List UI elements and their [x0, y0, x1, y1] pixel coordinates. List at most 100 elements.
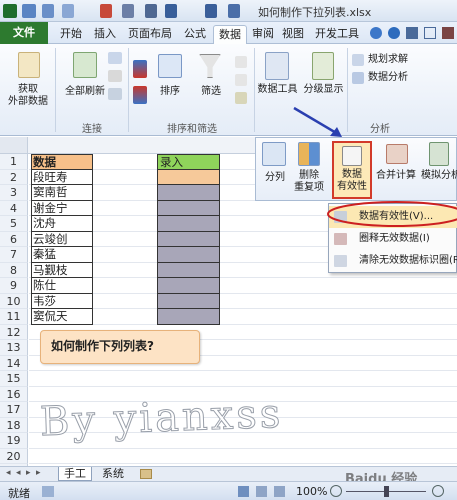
name-cell[interactable]: 秦猛: [31, 247, 93, 263]
input-cell[interactable]: [157, 200, 220, 216]
reapply-icon[interactable]: [235, 74, 247, 86]
row-header[interactable]: 3: [0, 185, 28, 201]
sheet-tab-system[interactable]: 系统: [96, 467, 130, 481]
name-cell[interactable]: 陈仕: [31, 278, 93, 294]
advanced-filter-icon[interactable]: [235, 92, 247, 104]
window-minimize-icon[interactable]: [406, 27, 418, 39]
data-validation-highlight[interactable]: 数据 有效性: [332, 141, 372, 199]
row-header[interactable]: 12: [0, 324, 28, 340]
sheet-nav-first-icon[interactable]: ◂: [6, 468, 11, 478]
external-data-icon[interactable]: [18, 52, 40, 78]
clear-filter-icon[interactable]: [235, 56, 247, 68]
consolidate-button[interactable]: 合并计算: [376, 170, 416, 182]
tab-data[interactable]: 数据: [213, 25, 247, 44]
consolidate-icon[interactable]: [386, 144, 408, 164]
window-close-icon[interactable]: [442, 27, 454, 39]
input-cell[interactable]: [157, 309, 220, 325]
row-header[interactable]: 17: [0, 402, 28, 418]
outline-button[interactable]: 分级显示: [301, 84, 346, 96]
header-cell-data[interactable]: 数据: [31, 154, 93, 170]
row-header[interactable]: 14: [0, 355, 28, 371]
page-layout-view-icon[interactable]: [256, 486, 267, 497]
row-header[interactable]: 7: [0, 247, 28, 263]
zoom-slider-thumb[interactable]: [384, 486, 389, 497]
connections-icon[interactable]: [108, 52, 122, 64]
name-cell[interactable]: 云竣创: [31, 231, 93, 247]
row-header[interactable]: 2: [0, 169, 28, 185]
text-to-columns-icon[interactable]: [262, 142, 286, 166]
input-cell-active[interactable]: [157, 169, 220, 185]
text-to-columns-button[interactable]: 分列: [260, 172, 290, 184]
remove-duplicates-button[interactable]: 删除 重复项: [292, 170, 326, 194]
row-header[interactable]: 18: [0, 417, 28, 433]
row-header[interactable]: 6: [0, 231, 28, 247]
refresh-icon[interactable]: [73, 52, 97, 78]
redo-icon[interactable]: [62, 4, 74, 18]
normal-view-icon[interactable]: [238, 486, 249, 497]
what-if-icon[interactable]: [429, 142, 449, 166]
remove-duplicates-icon[interactable]: [298, 142, 320, 166]
borders-icon[interactable]: [122, 4, 134, 18]
solver-icon[interactable]: [352, 54, 364, 66]
input-cell[interactable]: [157, 247, 220, 263]
input-cell[interactable]: [157, 231, 220, 247]
tab-insert[interactable]: 插入: [90, 25, 120, 44]
tab-formulas[interactable]: 公式: [180, 25, 210, 44]
row-header[interactable]: 8: [0, 262, 28, 278]
sort-asc-icon[interactable]: [133, 60, 147, 78]
page-break-view-icon[interactable]: [274, 486, 285, 497]
name-cell[interactable]: 段旺寿: [31, 169, 93, 185]
tab-review[interactable]: 审阅: [250, 25, 276, 44]
data-tools-button[interactable]: 数据工具: [255, 84, 300, 96]
zoom-out-icon[interactable]: [330, 485, 342, 497]
input-cell[interactable]: [157, 278, 220, 294]
input-cell[interactable]: [157, 185, 220, 201]
sheet-nav-next-icon[interactable]: ▸: [26, 468, 31, 478]
window-restore-icon[interactable]: [424, 27, 436, 39]
sheet-nav-prev-icon[interactable]: ◂: [16, 468, 21, 478]
row-header[interactable]: 16: [0, 386, 28, 402]
tab-developer[interactable]: 开发工具: [312, 25, 362, 44]
row-header[interactable]: 1: [0, 154, 28, 170]
sort-desc-icon[interactable]: [133, 86, 147, 104]
data-analysis-icon[interactable]: [352, 72, 364, 84]
sheet-tab-manual[interactable]: 手工: [58, 467, 92, 481]
row-header[interactable]: 10: [0, 293, 28, 309]
sort-dialog-icon[interactable]: [158, 54, 182, 78]
properties-icon[interactable]: [108, 70, 122, 82]
menu-item-clear-circles[interactable]: 清除无效数据标识圈(R): [329, 250, 457, 272]
row-header[interactable]: 20: [0, 448, 28, 464]
minimize-ribbon-icon[interactable]: [370, 27, 382, 39]
row-header[interactable]: 15: [0, 371, 28, 387]
insert-sheet-icon[interactable]: [140, 469, 152, 479]
sheet-nav-last-icon[interactable]: ▸: [36, 468, 41, 478]
data-analysis-button[interactable]: 数据分析: [368, 72, 408, 84]
filter-quick-icon[interactable]: [165, 4, 177, 18]
header-cell-input[interactable]: 录入: [157, 154, 220, 170]
input-cell[interactable]: [157, 262, 220, 278]
solver-button[interactable]: 规划求解: [368, 54, 408, 66]
sum-icon[interactable]: [205, 4, 217, 18]
data-tools-icon[interactable]: [265, 52, 289, 80]
tab-view[interactable]: 视图: [280, 25, 306, 44]
row-header[interactable]: 13: [0, 340, 28, 356]
tab-home[interactable]: 开始: [56, 25, 86, 44]
filter-button[interactable]: 筛选: [193, 86, 229, 98]
get-external-data-button[interactable]: 获取 外部数据: [4, 84, 52, 108]
macro-record-icon[interactable]: [42, 486, 54, 497]
help-icon[interactable]: [388, 27, 400, 39]
name-cell[interactable]: 窦侃天: [31, 309, 93, 325]
row-header[interactable]: 5: [0, 216, 28, 232]
sort-button[interactable]: 排序: [150, 86, 190, 98]
data-validation-button[interactable]: 数据 有效性: [334, 169, 370, 193]
input-cell[interactable]: [157, 216, 220, 232]
zoom-level[interactable]: 100%: [296, 485, 327, 498]
save-icon[interactable]: [22, 4, 36, 18]
name-cell[interactable]: 韦莎: [31, 293, 93, 309]
save-as-icon[interactable]: [145, 4, 157, 18]
refresh-all-button[interactable]: 全部刷新: [58, 86, 112, 98]
font-icon[interactable]: [100, 4, 112, 18]
row-header[interactable]: 19: [0, 433, 28, 449]
edit-links-icon[interactable]: [108, 88, 122, 100]
name-cell[interactable]: 沈舟: [31, 216, 93, 232]
